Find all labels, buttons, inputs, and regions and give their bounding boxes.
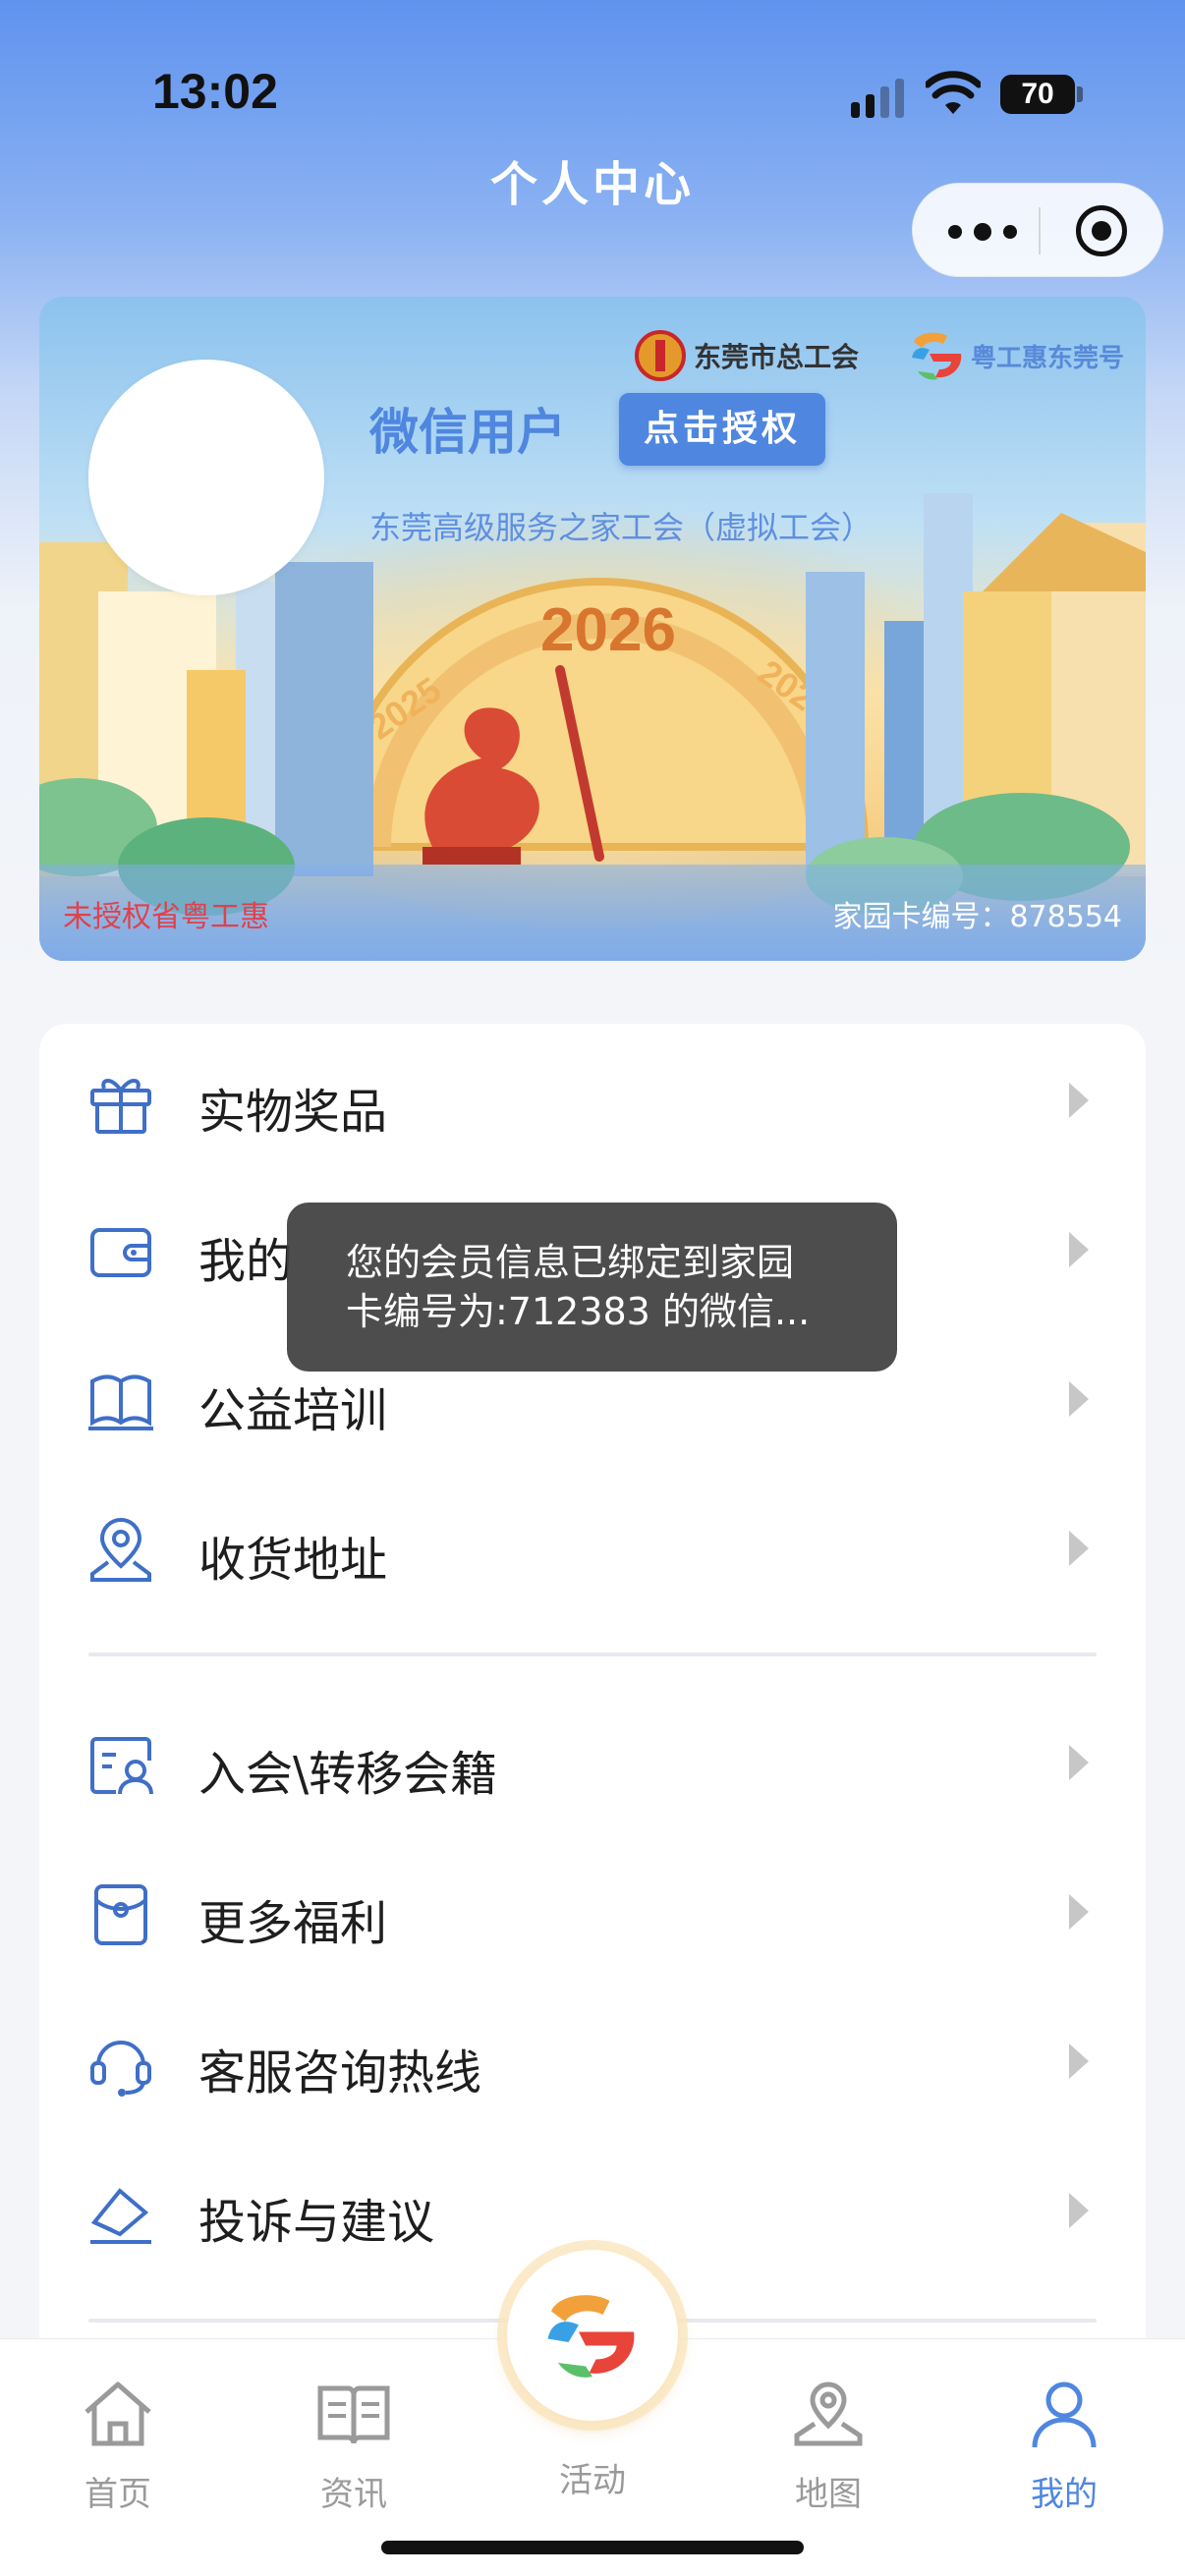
chevron-right-icon xyxy=(1069,1894,1089,1930)
menu-label: 投诉与建议 xyxy=(198,2195,435,2250)
signal-icon xyxy=(851,79,910,118)
chevron-right-icon xyxy=(1069,1531,1089,1566)
card-logos: 东莞市总工会 粤工惠东莞号 xyxy=(635,324,1146,387)
tab-home[interactable]: 首页 xyxy=(39,2375,197,2522)
toast-line-2: 卡编号为:712383 的微信... xyxy=(346,1290,811,1333)
tab-label: 我的 xyxy=(1031,2475,1098,2514)
chevron-right-icon xyxy=(1069,1745,1089,1780)
union-emblem-icon xyxy=(635,330,686,381)
map-icon xyxy=(794,2381,863,2446)
auth-status[interactable]: 未授权省粤工惠 xyxy=(63,892,269,935)
battery-tip xyxy=(1077,86,1083,102)
menu-label: 更多福利 xyxy=(198,1896,388,1951)
chevron-right-icon xyxy=(1069,1083,1089,1118)
more-icon[interactable] xyxy=(948,213,1027,249)
news-icon xyxy=(317,2385,390,2444)
activity-logo-icon xyxy=(547,2295,635,2378)
app-logo-text: 粤工惠东莞号 xyxy=(971,343,1125,373)
profile-icon xyxy=(1032,2381,1097,2448)
headset-icon xyxy=(90,2041,151,2097)
chevron-right-icon xyxy=(1069,1381,1089,1417)
feedback-icon xyxy=(90,2188,151,2244)
tab-label: 地图 xyxy=(795,2475,862,2514)
miniprogram-capsule xyxy=(912,183,1163,277)
chevron-right-icon xyxy=(1069,2193,1089,2228)
menu-item-membership[interactable]: 入会\转移会籍 xyxy=(39,1690,1146,1837)
menu-item-welfare[interactable]: 更多福利 xyxy=(39,1839,1146,1987)
tab-map[interactable]: 地图 xyxy=(750,2375,907,2522)
chevron-right-icon xyxy=(1069,1232,1089,1267)
member-card-icon xyxy=(90,1737,153,1795)
tab-news[interactable]: 资讯 xyxy=(275,2375,432,2522)
tab-label: 活动 xyxy=(559,2461,626,2500)
card-footer: 未授权省粤工惠 家园卡编号：878554 xyxy=(39,865,1146,961)
username: 微信用户 xyxy=(369,404,566,461)
gift-icon xyxy=(90,1079,151,1134)
toast-line-1: 您的会员信息已绑定到家园 xyxy=(346,1241,795,1284)
battery-icon: 70 xyxy=(1000,75,1075,114)
home-indicator xyxy=(381,2541,804,2554)
capsule-divider xyxy=(1039,207,1041,254)
menu-label: 实物奖品 xyxy=(198,1085,388,1140)
activity-center-button[interactable] xyxy=(507,2250,678,2421)
menu-item-prizes[interactable]: 实物奖品 xyxy=(39,1028,1146,1175)
chevron-right-icon xyxy=(1069,2044,1089,2079)
tab-activity[interactable]: 活动 xyxy=(514,2453,671,2522)
wifi-icon xyxy=(926,71,981,114)
toast-message: 您的会员信息已绑定到家园 卡编号为:712383 的微信... xyxy=(287,1203,897,1372)
wallet-icon xyxy=(90,1228,151,1277)
menu-divider xyxy=(88,1652,1097,1656)
union-name: 东莞高级服务之家工会（虚拟工会） xyxy=(369,509,874,546)
card-number: 家园卡编号：878554 xyxy=(832,900,1122,934)
home-icon xyxy=(85,2381,151,2446)
union-logo-text: 东莞市总工会 xyxy=(694,341,860,373)
menu-label: 收货地址 xyxy=(198,1533,388,1588)
menu-label: 客服咨询热线 xyxy=(198,2045,482,2100)
avatar[interactable] xyxy=(88,360,324,595)
authorize-button[interactable]: 点击授权 xyxy=(619,393,825,466)
location-icon xyxy=(90,1518,151,1582)
tab-label: 资讯 xyxy=(320,2475,387,2514)
tab-label: 首页 xyxy=(85,2475,151,2514)
book-icon xyxy=(88,1374,153,1430)
menu-label: 公益培训 xyxy=(198,1383,388,1438)
tab-profile[interactable]: 我的 xyxy=(986,2375,1143,2522)
union-logo: 东莞市总工会 xyxy=(635,324,859,387)
app-logo-icon xyxy=(912,332,962,380)
menu-label: 入会\转移会籍 xyxy=(198,1747,498,1802)
welfare-icon xyxy=(94,1884,147,1945)
banner-year: 2026 xyxy=(540,596,676,664)
status-time: 13:02 xyxy=(152,64,278,119)
close-target-icon[interactable] xyxy=(1076,205,1127,256)
profile-card: 2026 2025 2027 东莞市总工会 粤工惠东莞号 微信用户 点击授权 东… xyxy=(39,297,1146,961)
status-bar: 13:02 70 xyxy=(0,0,1185,147)
menu-item-hotline[interactable]: 客服咨询热线 xyxy=(39,1988,1146,2136)
app-logo: 粤工惠东莞号 xyxy=(908,324,1124,387)
menu-label: 我的 xyxy=(198,1234,294,1289)
menu-item-address[interactable]: 收货地址 xyxy=(39,1476,1146,1623)
